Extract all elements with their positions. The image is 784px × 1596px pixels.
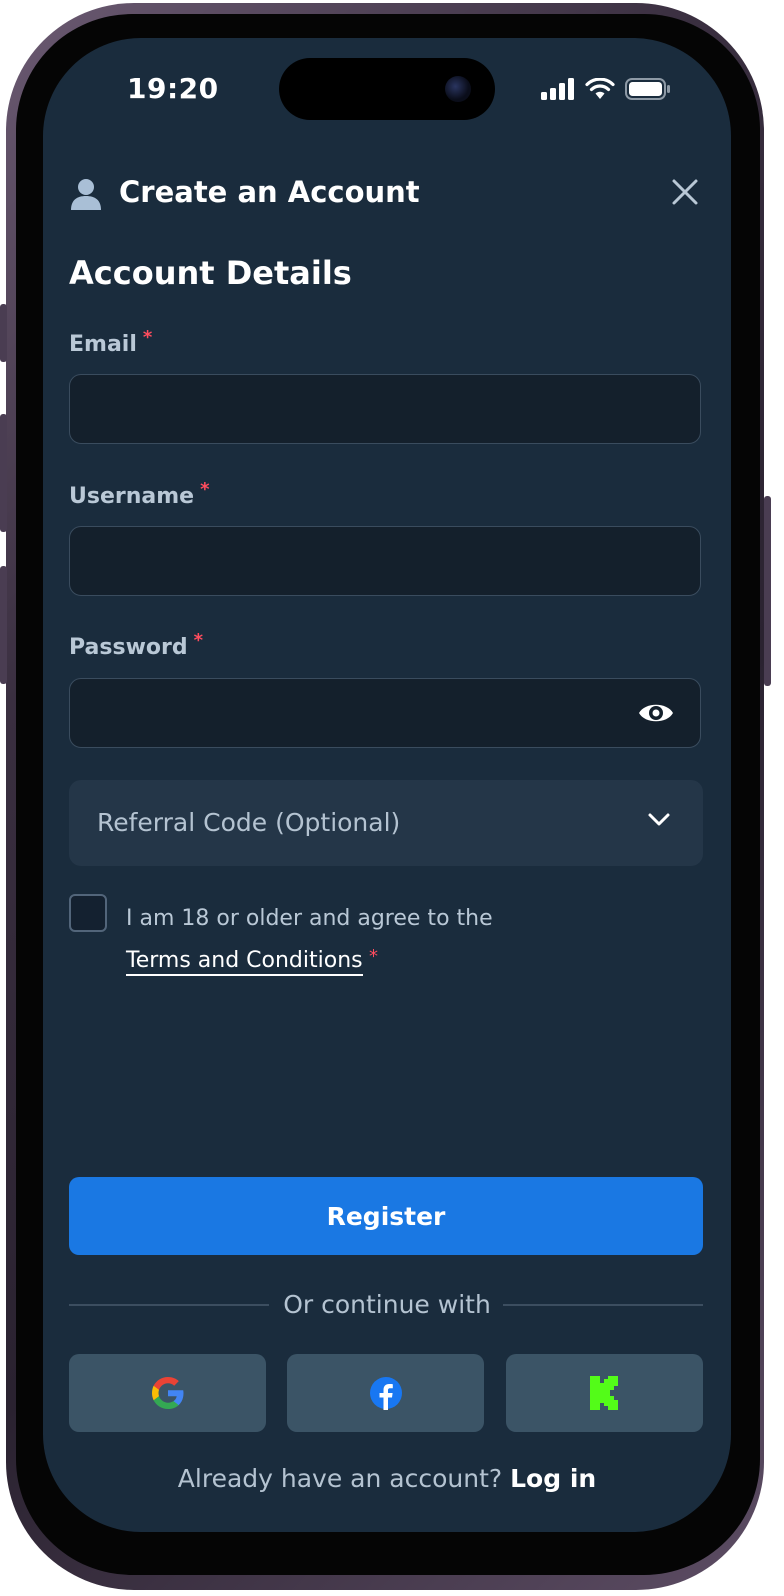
modal-title: Create an Account (119, 175, 420, 209)
cellular-signal-icon (541, 78, 574, 100)
action-button (0, 304, 7, 362)
login-prompt-row: Already have an account? Log in (43, 1464, 731, 1493)
section-title: Account Details (69, 254, 352, 292)
username-label: Username * (69, 479, 210, 509)
required-mark: * (193, 630, 204, 651)
google-icon (151, 1377, 183, 1409)
terms-and-conditions-link[interactable]: Terms and Conditions (126, 948, 363, 976)
referral-code-dropdown[interactable]: Referral Code (Optional) (69, 780, 703, 866)
facebook-icon (369, 1377, 402, 1410)
chevron-down-icon (647, 812, 671, 832)
power-button (764, 496, 771, 686)
email-label: Email * (69, 327, 152, 357)
facebook-login-button[interactable] (287, 1354, 484, 1432)
age-terms-checkbox[interactable] (69, 894, 107, 932)
volume-up-button (0, 414, 7, 532)
register-button[interactable]: Register (69, 1177, 703, 1255)
close-button[interactable] (667, 174, 703, 210)
kick-login-button[interactable] (506, 1354, 703, 1432)
modal-header: Create an Account (69, 174, 705, 214)
password-input[interactable] (69, 678, 701, 748)
email-label-text: Email (69, 332, 137, 357)
camera-icon (445, 76, 471, 102)
screen: 19:20 Create an Account Account Details … (43, 38, 731, 1532)
login-prompt-text: Already have an account? (177, 1464, 503, 1493)
username-input[interactable] (69, 526, 701, 596)
user-icon (69, 177, 103, 215)
toggle-password-visibility-button[interactable] (637, 698, 675, 728)
divider-line-right (503, 1304, 703, 1306)
status-icons (541, 78, 671, 100)
google-login-button[interactable] (69, 1354, 266, 1432)
kick-icon (589, 1376, 618, 1410)
required-mark: * (200, 479, 210, 500)
close-icon (672, 179, 698, 205)
referral-code-label: Referral Code (Optional) (97, 808, 401, 837)
password-label-text: Password (69, 635, 188, 660)
login-link[interactable]: Log in (510, 1464, 596, 1493)
agree-text: I am 18 or older and agree to the (126, 906, 493, 931)
required-mark: * (142, 327, 153, 348)
status-time: 19:20 (127, 72, 219, 105)
battery-icon (625, 78, 670, 100)
email-input[interactable] (69, 374, 701, 444)
wifi-icon (585, 78, 615, 99)
password-label: Password * (69, 630, 203, 660)
required-mark: * (369, 946, 378, 967)
eye-icon (639, 704, 673, 722)
volume-down-button (0, 566, 7, 684)
dynamic-island (279, 58, 495, 120)
username-label-text: Username (69, 484, 195, 509)
